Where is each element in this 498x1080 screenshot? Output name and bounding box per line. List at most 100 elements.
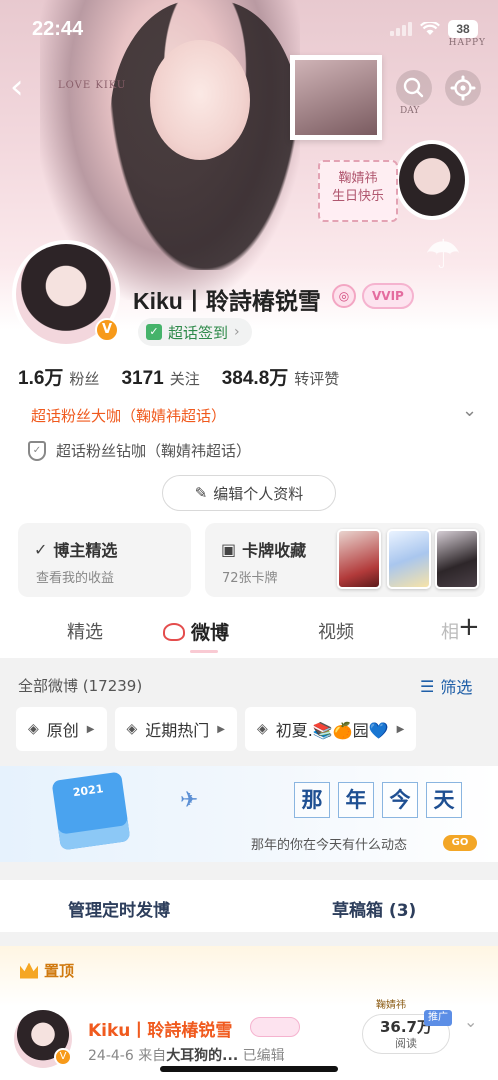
chevron-down-icon[interactable]: ⌄ [462, 400, 477, 421]
status-time: 22:44 [32, 18, 84, 40]
stat-label: 粉丝 [69, 370, 100, 388]
verified-icon: V [54, 1048, 72, 1066]
search-icon [403, 77, 424, 98]
card-collection[interactable]: ▣ 卡牌收藏 72张卡牌 [205, 523, 485, 597]
manage-bar: 管理定时发博 草稿箱 (3) [0, 880, 498, 932]
tab-weibo[interactable]: 微博 [163, 618, 229, 645]
birthday-card: 鞠婧祎 生日快乐 [318, 160, 398, 222]
signal-icon [390, 22, 412, 36]
level-badge-icon[interactable]: ◎ [332, 284, 356, 308]
wifi-icon [420, 22, 440, 35]
collection-card-subtitle: 72张卡牌 [222, 571, 278, 586]
edit-profile-label: 编辑个人资料 [213, 484, 304, 503]
triangle-right-icon: ▶ [217, 723, 225, 735]
calendar-icon: 2021 [51, 771, 131, 851]
check-icon: ✓ [146, 324, 162, 340]
edit-profile-button[interactable]: ✎ 编辑个人资料 [162, 475, 336, 511]
tab-weibo-label: 微博 [191, 622, 230, 644]
filter-label: 筛选 [440, 678, 473, 697]
diamond-fan-title[interactable]: ✓ 超话粉丝钻咖（鞠婧祎超话） [28, 440, 251, 461]
profile-tabs: 精选 微博 视频 相 + [0, 608, 498, 656]
stat-value: 1.6万 [18, 368, 64, 389]
post-source[interactable]: 大耳狗的... [166, 1048, 238, 1064]
gear-icon [450, 75, 476, 101]
promotion-tag: 推广 [424, 1010, 452, 1026]
post-author[interactable]: Kiku丨聆詩椿锐雪 [88, 1016, 232, 1041]
chip-recent-hot[interactable]: ◈ 近期热门 ▶ [114, 707, 237, 751]
memory-title-char: 今 [382, 782, 418, 818]
triangle-right-icon: ▶ [86, 723, 95, 735]
add-tab-icon[interactable]: + [458, 612, 480, 642]
chevron-down-icon[interactable]: ⌄ [464, 1012, 477, 1031]
filter-icon: ☰ [420, 676, 435, 696]
tab-album[interactable]: 相 [441, 618, 459, 644]
post-date: 24-4-6 [88, 1048, 134, 1064]
memory-title: 那 年 今 天 [294, 782, 462, 818]
banner-love-text: LOVE KIKU [58, 80, 127, 91]
paper-plane-icon: ✈ [180, 788, 199, 813]
username: Kiku丨聆詩椿锐雪 [133, 288, 321, 314]
stat-following[interactable]: 3171 关注 [121, 368, 199, 390]
layers-icon: ◈ [28, 721, 39, 737]
shield-icon: ✓ [28, 440, 46, 461]
post-meta: 24-4-6 来自大耳狗的... 已编辑 [88, 1045, 285, 1065]
featured-title-label: 博主精选 [53, 541, 118, 560]
checkmark-pen-icon: ✓ [34, 539, 48, 559]
status-bar: 22:44 38 [0, 0, 498, 60]
chevron-right-icon: › [234, 324, 240, 340]
stat-value: 384.8万 [221, 368, 289, 389]
chaohua-checkin-button[interactable]: ✓ 超话签到 › [138, 318, 252, 346]
memory-title-char: 天 [426, 782, 462, 818]
featured-card-subtitle: 查看我的收益 [36, 571, 115, 586]
birthday-card-line2: 生日快乐 [331, 189, 384, 204]
tab-indicator [190, 650, 218, 653]
collection-card-thumb [337, 529, 381, 589]
pinned-label-text: 置顶 [44, 962, 75, 980]
memory-title-char: 年 [338, 782, 374, 818]
featured-card[interactable]: ✓ 博主精选 查看我的收益 [18, 523, 191, 597]
pinned-label: 置顶 [20, 960, 74, 981]
collection-title-label: 卡牌收藏 [242, 541, 307, 560]
drafts-button[interactable]: 草稿箱 (3) [332, 896, 416, 921]
post-edited: 已编辑 [242, 1048, 285, 1064]
views-label: 阅读 [395, 1037, 417, 1050]
all-weibo-count: 全部微博 (17239) [18, 677, 143, 695]
vip-badge[interactable]: VVIP [362, 283, 414, 309]
profile-stats: 1.6万 粉丝 3171 关注 384.8万 转评赞 [18, 363, 339, 390]
card-icon: ▣ [221, 539, 237, 559]
collection-card-title: ▣ 卡牌收藏 [221, 537, 306, 561]
filter-button[interactable]: ☰ 筛选 [420, 674, 472, 698]
status-icons: 38 [390, 20, 478, 38]
stat-likes[interactable]: 384.8万 转评赞 [222, 363, 340, 390]
stat-value: 3171 [121, 368, 164, 389]
memory-title-char: 那 [294, 782, 330, 818]
stat-followers[interactable]: 1.6万 粉丝 [18, 363, 99, 390]
banner-round-photo [395, 140, 469, 220]
scheduled-posts-button[interactable]: 管理定时发博 [68, 896, 170, 921]
crown-icon [20, 962, 38, 979]
chip-label: 初夏.📚🍊园💙 [275, 721, 389, 740]
chip-label: 原创 [46, 721, 79, 740]
collection-card-thumb [387, 529, 431, 589]
featured-card-title: ✓ 博主精选 [34, 537, 117, 561]
battery-icon: 38 [448, 20, 478, 38]
chip-label: 近期热门 [145, 721, 210, 740]
go-button[interactable]: GO [443, 835, 477, 851]
birthday-card-line1: 鞠婧祎 [338, 171, 378, 186]
chip-original[interactable]: ◈ 原创 ▶ [16, 707, 107, 751]
back-icon[interactable]: ‹ [10, 70, 44, 106]
super-fan-title[interactable]: 超话粉丝大咖（鞠婧祎超话） [31, 405, 226, 426]
weibo-icon [163, 623, 185, 641]
stat-label: 转评赞 [294, 370, 340, 388]
settings-button[interactable] [445, 70, 481, 106]
pencil-icon: ✎ [194, 484, 208, 502]
memory-banner[interactable]: 2021 ✈ 那 年 今 天 那年的你在今天有什么动态 GO [0, 766, 498, 862]
search-button[interactable] [396, 70, 432, 106]
tab-video[interactable]: 视频 [318, 618, 354, 644]
tab-featured[interactable]: 精选 [67, 618, 103, 644]
banner-day-text: DAY [400, 106, 420, 116]
chip-custom[interactable]: ◈ 初夏.📚🍊园💙 ▶ [245, 707, 417, 751]
banner-polaroid [290, 55, 382, 140]
stat-label: 关注 [169, 370, 200, 388]
checkin-label: 超话签到 [168, 323, 229, 342]
